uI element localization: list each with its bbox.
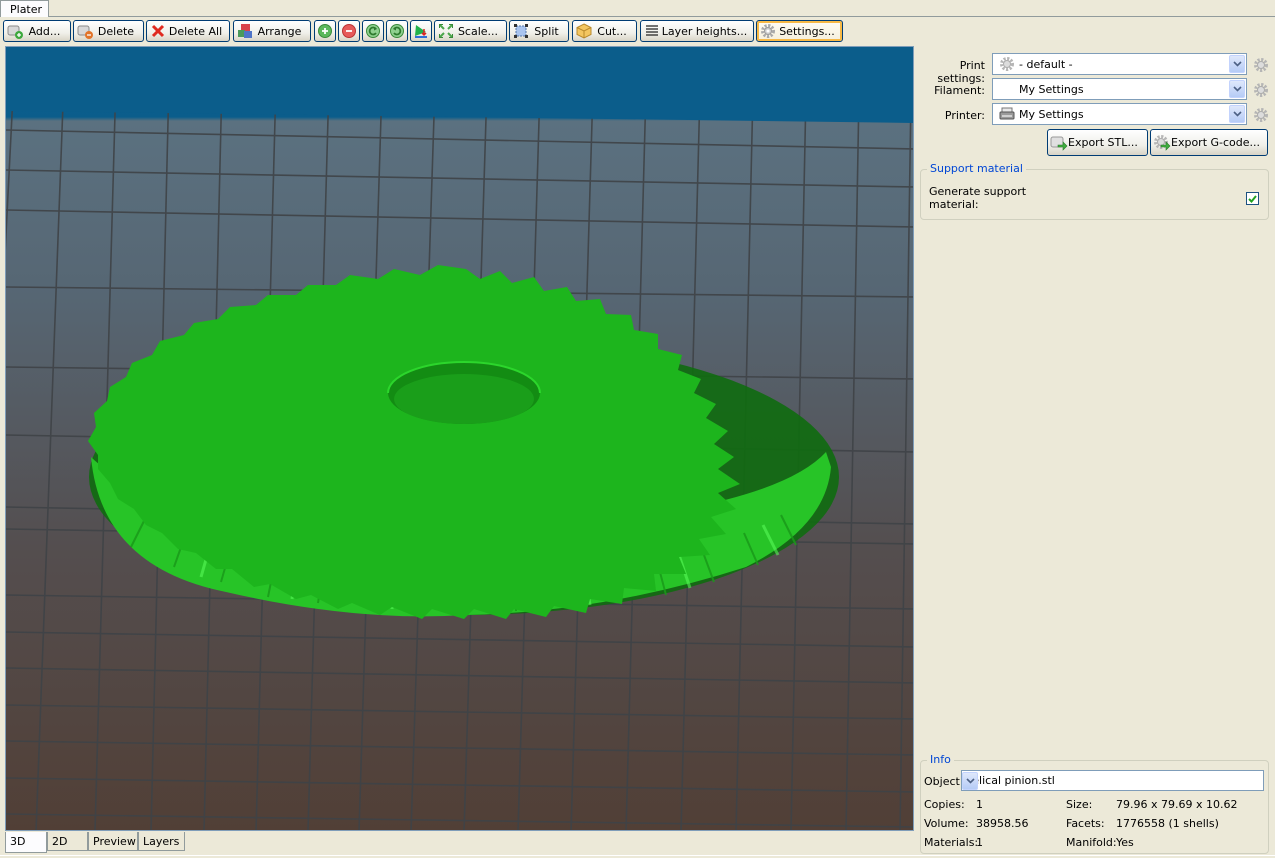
printer-icon — [999, 107, 1015, 121]
support-material-group: Support material Generate support materi… — [920, 162, 1269, 220]
bed-grid — [6, 47, 913, 830]
printer-label: Printer: — [944, 109, 985, 122]
chevron-down-icon[interactable] — [1229, 80, 1245, 98]
materials-label: Materials: — [924, 836, 979, 849]
gear-icon — [999, 56, 1015, 72]
export-gcode-icon — [1153, 134, 1171, 152]
scale-icon — [438, 23, 454, 39]
volume-value: 38958.56 — [976, 817, 1029, 830]
red-x-icon — [150, 23, 166, 39]
scale-button[interactable]: Scale... — [434, 20, 507, 42]
add-button[interactable]: Add... — [3, 20, 71, 42]
increase-copies-button[interactable] — [314, 20, 336, 42]
checkmark-icon — [1248, 194, 1257, 203]
filament-value: My Settings — [1019, 82, 1084, 96]
print-settings-label: Print settings: — [937, 59, 985, 85]
cut-box-icon — [576, 23, 592, 39]
object-select[interactable]: Helical pinion.stl — [961, 770, 1264, 791]
decrease-copies-button[interactable] — [338, 20, 360, 42]
minus-circle-icon — [341, 23, 357, 39]
generate-support-checkbox[interactable] — [1246, 192, 1259, 205]
facets-label: Facets: — [1066, 817, 1105, 830]
gear-icon — [760, 23, 776, 39]
cut-button[interactable]: Cut... — [572, 20, 637, 42]
export-stl-button[interactable]: Export STL... — [1047, 129, 1148, 156]
place-on-face-button[interactable] — [410, 20, 432, 42]
arrange-button[interactable]: Arrange — [233, 20, 311, 42]
rotate-left-icon — [365, 23, 381, 39]
object-label: Object: — [924, 775, 964, 788]
object-value: Helical pinion.stl — [964, 774, 1055, 787]
tab-preview[interactable]: Preview — [88, 832, 138, 851]
export-gcode-label: Export G-code... — [1171, 136, 1261, 149]
arrange-icon — [237, 23, 253, 39]
volume-label: Volume: — [924, 817, 969, 830]
chevron-down-icon[interactable] — [1229, 55, 1245, 73]
print-settings-select[interactable]: - default - — [992, 53, 1247, 75]
layers-lines-icon — [644, 23, 660, 39]
support-material-title: Support material — [927, 162, 1026, 175]
delete-all-button[interactable]: Delete All — [146, 20, 230, 42]
export-gcode-button[interactable]: Export G-code... — [1150, 129, 1268, 156]
tab-3d[interactable]: 3D — [5, 832, 47, 853]
manifold-label: Manifold: — [1066, 836, 1117, 849]
generate-support-label: Generate support material: — [929, 185, 1027, 211]
manifold-value: Yes — [1116, 836, 1134, 849]
tab-2d[interactable]: 2D — [47, 832, 88, 851]
printer-select[interactable]: My Settings — [992, 103, 1247, 125]
printer-value: My Settings — [1019, 107, 1084, 121]
delete-object-icon — [77, 23, 93, 39]
top-tab-strip: Plater — [0, 0, 1275, 17]
place-on-face-icon — [413, 23, 429, 39]
gear-model[interactable] — [88, 265, 839, 619]
split-icon — [513, 23, 529, 39]
print-settings-value: - default - — [1019, 57, 1073, 71]
settings-button[interactable]: Settings... — [756, 20, 843, 42]
filament-gear-icon[interactable] — [1252, 81, 1270, 99]
print-settings-gear-icon[interactable] — [1252, 56, 1270, 74]
tab-layers[interactable]: Layers — [138, 832, 185, 851]
copies-label: Copies: — [924, 798, 965, 811]
rotate-right-icon — [389, 23, 405, 39]
split-button[interactable]: Split — [509, 20, 569, 42]
right-panel: Print settings: - default - Filament: My… — [916, 46, 1275, 858]
size-value: 79.96 x 79.69 x 10.62 — [1116, 798, 1238, 811]
filament-select[interactable]: My Settings — [992, 78, 1247, 100]
export-stl-label: Export STL... — [1068, 136, 1138, 149]
add-object-icon — [7, 23, 23, 39]
size-label: Size: — [1066, 798, 1093, 811]
info-title: Info — [927, 753, 954, 766]
facets-value: 1776558 (1 shells) — [1116, 817, 1219, 830]
copies-value: 1 — [976, 798, 983, 811]
info-group: Info Object: Helical pinion.stl Copies: … — [920, 753, 1269, 854]
chevron-down-icon[interactable] — [1229, 105, 1245, 123]
rotate-right-button[interactable] — [386, 20, 408, 42]
chevron-down-icon[interactable] — [962, 771, 978, 790]
filament-label: Filament: — [934, 84, 985, 97]
materials-value: 1 — [976, 836, 983, 849]
plater-toolbar: Add... Delete Delete All Arrange Scale..… — [0, 19, 1275, 43]
layer-heights-button[interactable]: Layer heights... — [640, 20, 754, 42]
3d-viewport[interactable] — [5, 46, 914, 831]
tab-plater[interactable]: Plater — [0, 0, 49, 17]
delete-button[interactable]: Delete — [73, 20, 144, 42]
export-stl-icon — [1050, 134, 1068, 152]
rotate-left-button[interactable] — [362, 20, 384, 42]
printer-gear-icon[interactable] — [1252, 106, 1270, 124]
plus-circle-icon — [317, 23, 333, 39]
